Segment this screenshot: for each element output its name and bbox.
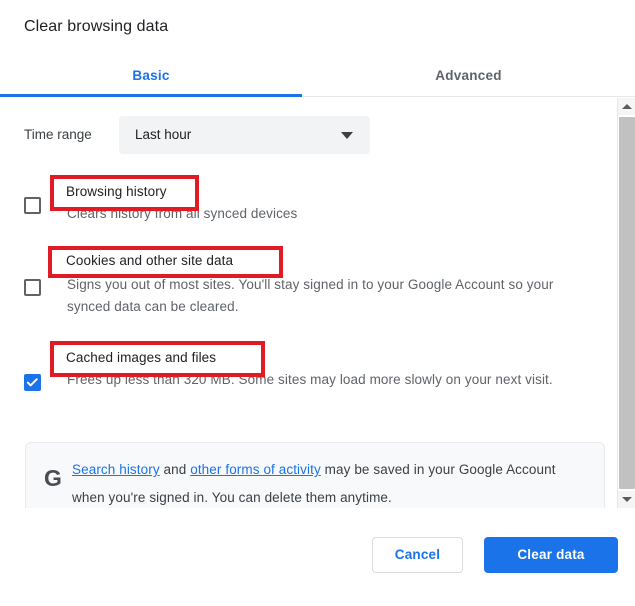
option-texts: Browsing history Clears history from all… — [67, 183, 595, 225]
option-title: Browsing history — [67, 185, 168, 200]
settings-scroll-area: Time range Last hour Browsing history Cl… — [0, 98, 614, 508]
tab-advanced[interactable]: Advanced — [302, 56, 635, 95]
scroll-up-button[interactable] — [618, 98, 635, 115]
option-description: Signs you out of most sites. You'll stay… — [67, 277, 554, 314]
vertical-scrollbar[interactable] — [617, 98, 635, 508]
option-texts: Cached images and files Frees up less th… — [67, 349, 595, 391]
scroll-down-button[interactable] — [618, 491, 635, 508]
clear-data-button[interactable]: Clear data — [484, 537, 618, 573]
dialog-footer: Cancel Clear data — [0, 508, 635, 606]
checkbox-cached-images[interactable] — [24, 374, 41, 391]
google-text-mid: and — [159, 462, 191, 477]
time-range-value: Last hour — [135, 127, 192, 142]
triangle-up-icon — [622, 104, 632, 109]
time-range-row: Time range Last hour — [0, 116, 614, 158]
tabstrip: Basic Advanced — [0, 56, 635, 98]
scrollbar-thumb[interactable] — [619, 117, 635, 489]
clear-browsing-data-dialog: Clear browsing data Basic Advanced Time … — [0, 0, 635, 606]
page-title: Clear browsing data — [24, 18, 169, 35]
search-history-link[interactable]: Search history — [72, 462, 160, 477]
checkbox-browsing-history[interactable] — [24, 197, 41, 214]
google-g-icon: G — [44, 465, 62, 491]
triangle-down-icon — [622, 497, 632, 502]
time-range-label: Time range — [24, 127, 92, 142]
time-range-select[interactable]: Last hour — [119, 116, 370, 154]
chevron-down-icon — [341, 132, 353, 139]
option-title: Cached images and files — [67, 351, 218, 366]
tab-basic[interactable]: Basic — [0, 56, 302, 95]
checkbox-cookies[interactable] — [24, 279, 41, 296]
tabstrip-divider — [302, 96, 635, 97]
tab-active-indicator — [0, 94, 302, 97]
option-description: Frees up less than 320 MB. Some sites ma… — [67, 372, 553, 387]
option-texts: Cookies and other site data Signs you ou… — [67, 254, 595, 318]
google-activity-text: Search history and other forms of activi… — [72, 456, 592, 508]
other-forms-of-activity-link[interactable]: other forms of activity — [190, 462, 321, 477]
cancel-button[interactable]: Cancel — [372, 537, 463, 573]
option-description: Clears history from all synced devices — [67, 206, 298, 221]
option-title: Cookies and other site data — [67, 256, 235, 271]
google-activity-panel: G Search history and other forms of acti… — [25, 442, 605, 508]
